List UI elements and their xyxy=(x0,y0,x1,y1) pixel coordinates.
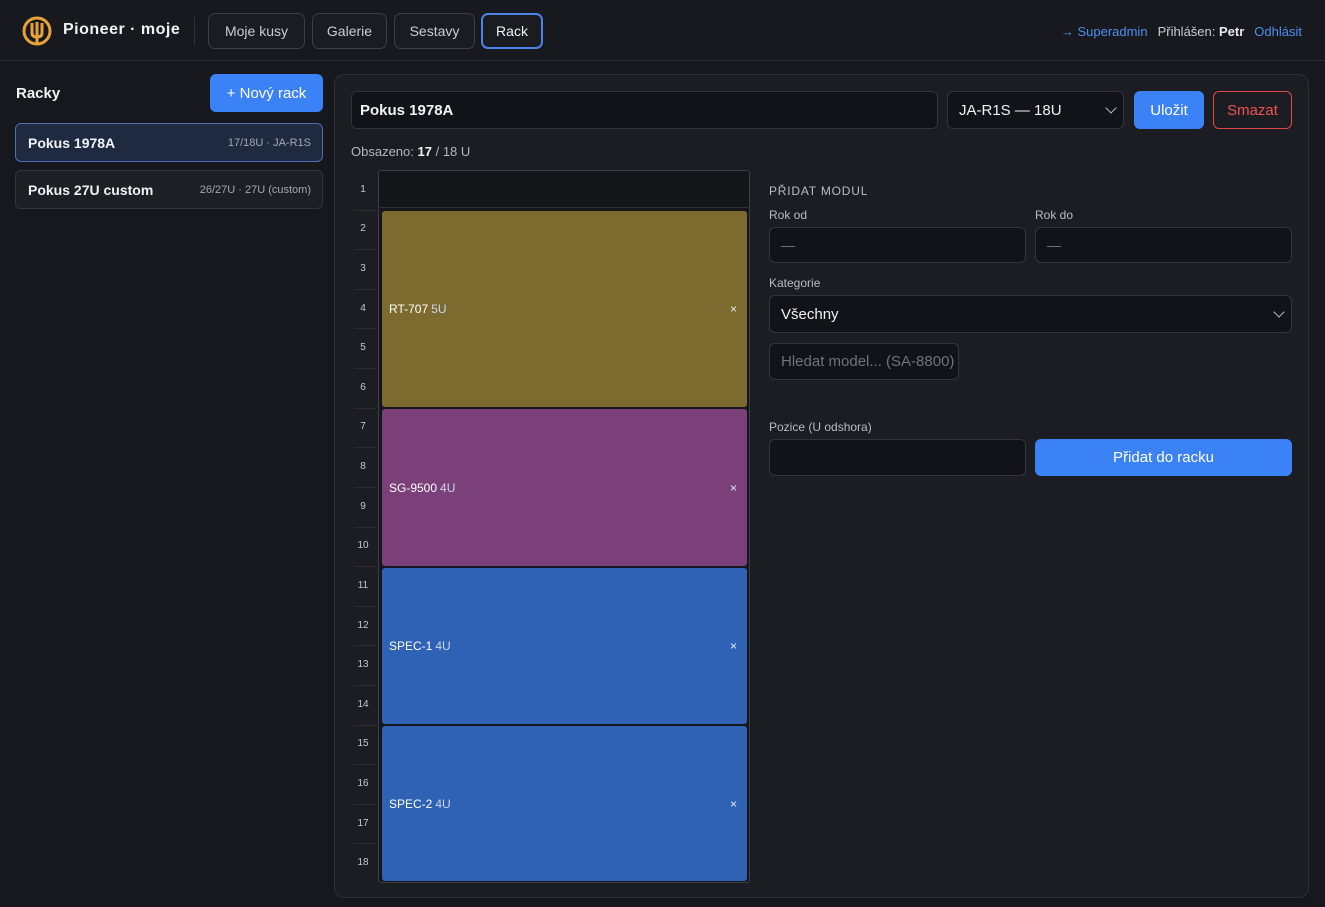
position-input[interactable] xyxy=(769,439,1026,476)
rack-unit-divider xyxy=(354,526,376,528)
year-to-placeholder: — xyxy=(1047,237,1061,253)
year-from-label: Rok od xyxy=(769,208,808,222)
rack-list-item-name: Pokus 27U custom xyxy=(28,181,154,198)
rack-unit-divider xyxy=(354,407,376,409)
save-button[interactable]: Uložit xyxy=(1134,91,1204,129)
rack-unit-number: 1 xyxy=(360,183,366,195)
module-size: 4U xyxy=(435,639,451,653)
rack-type-select[interactable]: JA-R1S — 18U xyxy=(947,91,1124,129)
model-search-input[interactable]: Hledat model... (SA-8800) xyxy=(769,343,959,380)
chevron-down-icon xyxy=(1105,102,1117,114)
rack-module[interactable]: RT-707 5U × xyxy=(382,211,747,407)
occupancy-status: Obsazeno: 17 / 18 U xyxy=(351,144,470,159)
chevron-down-icon xyxy=(1273,306,1285,318)
nav-rack[interactable]: Rack xyxy=(481,13,543,49)
rack-unit-number: 13 xyxy=(357,659,369,671)
year-to-label: Rok do xyxy=(1035,208,1074,222)
rack-unit-number: 17 xyxy=(357,817,369,829)
module-size: 5U xyxy=(431,302,447,316)
remove-module-icon[interactable]: × xyxy=(730,302,737,316)
rack-list-item-name: Pokus 1978A xyxy=(28,134,116,151)
add-module-title: PŘIDAT MODUL xyxy=(769,184,869,198)
rack-type-value: JA-R1S — 18U xyxy=(959,101,1062,119)
nav-sestavy[interactable]: Sestavy xyxy=(394,13,475,49)
top-bar: Pioneer · moje Moje kusy Galerie Sestavy… xyxy=(0,0,1325,61)
rack-unit-number: 4 xyxy=(360,302,366,314)
rack-unit-number: 18 xyxy=(357,857,369,869)
rack-unit-number: 9 xyxy=(360,500,366,512)
category-select[interactable]: Všechny xyxy=(769,295,1292,333)
logout-link[interactable]: Odhlásit xyxy=(1254,24,1302,39)
remove-module-icon[interactable]: × xyxy=(730,481,737,495)
rack-unit-number: 7 xyxy=(360,421,366,433)
rack-unit-divider xyxy=(354,447,376,449)
delete-button[interactable]: Smazat xyxy=(1213,91,1292,129)
rack-unit-number: 12 xyxy=(357,619,369,631)
model-search-placeholder: Hledat model... (SA-8800) xyxy=(781,353,955,370)
rack-module[interactable]: SPEC-1 4U × xyxy=(382,568,747,724)
rack-unit-divider xyxy=(354,764,376,766)
nav-galerie[interactable]: Galerie xyxy=(312,13,387,49)
rack-unit-divider xyxy=(354,209,376,211)
rack-unit-divider xyxy=(354,328,376,330)
nav-moje-kusy[interactable]: Moje kusy xyxy=(208,13,305,49)
new-rack-button[interactable]: + Nový rack xyxy=(210,74,323,112)
position-label: Pozice (U odshora) xyxy=(769,420,872,434)
year-from-input[interactable]: — xyxy=(769,227,1026,263)
rack-list-item-meta: 17/18U · JA-R1S xyxy=(227,136,311,149)
module-name: SPEC-2 xyxy=(389,796,433,811)
module-size: 4U xyxy=(435,796,451,811)
rack-unit-number: 10 xyxy=(357,540,369,552)
rack-unit-divider xyxy=(354,368,376,370)
rack-list-item[interactable]: Pokus 27U custom 26/27U · 27U (custom) xyxy=(15,170,323,209)
nav-divider xyxy=(194,17,195,45)
logged-in-label: Přihlášen: xyxy=(1157,24,1216,39)
year-to-input[interactable]: — xyxy=(1035,227,1292,263)
rack-unit-divider xyxy=(354,724,376,726)
rack-unit-number: 6 xyxy=(360,381,366,393)
rack-module[interactable]: SPEC-2 4U × xyxy=(382,726,747,881)
rack-list-item[interactable]: Pokus 1978A 17/18U · JA-R1S xyxy=(15,123,323,162)
occupancy-label: Obsazeno: xyxy=(351,144,414,159)
module-name: SPEC-1 xyxy=(389,639,433,653)
rack-unit-divider xyxy=(354,645,376,647)
occupancy-used: 17 xyxy=(417,144,432,159)
remove-module-icon[interactable]: × xyxy=(730,639,737,653)
rack-unit-divider xyxy=(354,288,376,290)
year-from-placeholder: — xyxy=(781,237,795,253)
rack-unit-divider xyxy=(354,605,376,607)
category-label: Kategorie xyxy=(769,276,821,290)
rack-unit-divider xyxy=(354,843,376,845)
module-name: RT-707 xyxy=(389,302,429,316)
rack-unit-number: 16 xyxy=(357,777,369,789)
rack-unit-number: 8 xyxy=(360,461,366,473)
rack-module[interactable]: SG-9500 4U × xyxy=(382,409,747,566)
add-to-rack-button[interactable]: Přidat do racku xyxy=(1035,439,1292,476)
rack-name-input[interactable]: Pokus 1978A xyxy=(351,91,938,129)
superadmin-link[interactable]: → Superadmin xyxy=(1061,24,1148,39)
rack-unit-divider xyxy=(354,803,376,805)
sidebar-title: Racky xyxy=(16,85,61,102)
rack-unit-number: 11 xyxy=(357,579,369,591)
empty-rack-slot[interactable] xyxy=(380,172,748,208)
user-name: Petr xyxy=(1219,24,1245,39)
rack-list-item-meta: 26/27U · 27U (custom) xyxy=(199,183,311,196)
rack-unit-number: 15 xyxy=(357,738,369,750)
rack-unit-divider xyxy=(354,684,376,686)
rack-unit-number: 5 xyxy=(360,342,366,354)
user-area: → Superadmin Přihlášen: Petr Odhlásit xyxy=(1061,24,1302,39)
rack-unit-divider xyxy=(354,249,376,251)
rack-unit-divider xyxy=(354,566,376,568)
module-size: 4U xyxy=(440,480,456,495)
remove-module-icon[interactable]: × xyxy=(730,797,737,811)
rack-unit-divider xyxy=(354,486,376,488)
category-value: Všechny xyxy=(781,305,839,323)
occupancy-total: / 18 U xyxy=(435,144,471,159)
rack-unit-number: 3 xyxy=(360,263,366,275)
module-name: SG-9500 xyxy=(389,480,438,495)
pioneer-logo-icon[interactable] xyxy=(22,16,52,46)
brand-title: Pioneer · moje xyxy=(63,21,181,38)
rack-unit-number: 2 xyxy=(360,223,366,235)
rack-unit-number: 14 xyxy=(357,698,369,710)
